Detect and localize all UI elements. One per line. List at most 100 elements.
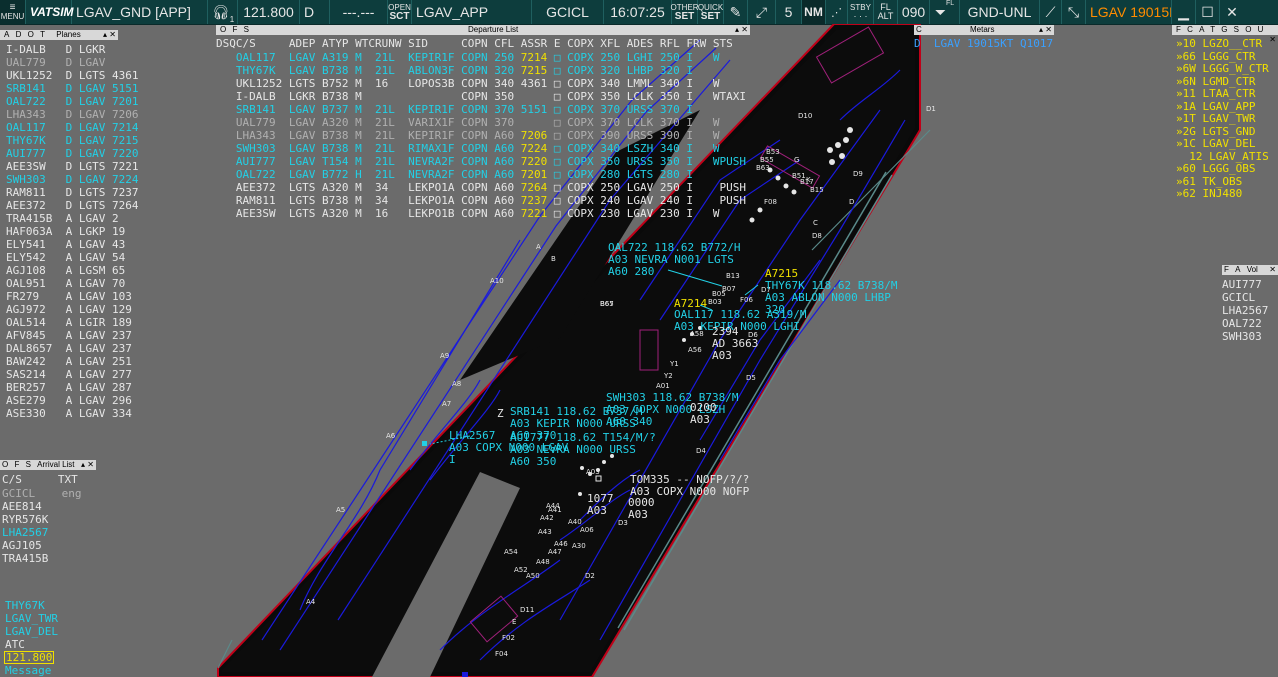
dep-tab-s[interactable]: S xyxy=(242,25,251,34)
departure-row[interactable]: SRB141 LGAV B737 M 21L KEPIR1F COPN 370 … xyxy=(216,103,746,116)
vol-row[interactable]: OAL722 xyxy=(1222,317,1268,330)
arr-tab-s[interactable]: S xyxy=(24,460,33,469)
vol-row[interactable]: AUI777 xyxy=(1222,278,1268,291)
selected-callsign[interactable]: GCICL xyxy=(532,0,604,24)
plane-row[interactable]: BAW242 A LGAV 251 xyxy=(6,355,138,368)
fl-alt-button[interactable]: FL ALT xyxy=(874,0,898,24)
plane-row[interactable]: OAL514 A LGIR 189 xyxy=(6,316,138,329)
plane-row[interactable]: AGJ972 A LGAV 129 xyxy=(6,303,138,316)
arrival-row[interactable]: LHA2567 xyxy=(2,526,81,539)
vol-row[interactable]: LHA2567 xyxy=(1222,304,1268,317)
metar-line[interactable]: D LGAV 19015KT Q1017 xyxy=(914,37,1053,50)
atc-row[interactable]: »1T LGAV_TWR xyxy=(1176,112,1269,126)
plane-row[interactable]: TRA415B A LGAV 2 xyxy=(6,212,138,225)
departure-row[interactable]: RAM811 LGTS B738 M 34 LEKPO1A COPN A60 7… xyxy=(216,194,746,207)
altitude-filter[interactable]: GND-UNL xyxy=(960,0,1040,24)
atc-row[interactable]: »62 INJ480 xyxy=(1176,187,1269,201)
planes-tab-o[interactable]: O xyxy=(26,30,36,39)
arrival-list-close-icon[interactable]: ▴ ✕ xyxy=(79,460,96,470)
message-panel[interactable]: THY67K LGAV_TWR LGAV_DEL ATC xyxy=(5,599,58,651)
atc-row[interactable]: »11 LTAA_CTR xyxy=(1176,87,1269,101)
arrival-row[interactable]: GCICL eng xyxy=(2,487,81,500)
vol-panel-close-icon[interactable]: ✕ xyxy=(1267,265,1278,275)
departure-list-rows[interactable]: OAL117 LGAV A319 M 21L KEPIR1F COPN 250 … xyxy=(216,51,746,220)
plane-row[interactable]: OAL951 A LGAV 70 xyxy=(6,277,138,290)
departure-row[interactable]: OAL722 LGAV B772 H 21L NEVRA2F COPN A60 … xyxy=(216,168,746,181)
plane-row[interactable]: HAF063A A LGKP 19 xyxy=(6,225,138,238)
primary-frequency[interactable]: 121.800 xyxy=(238,0,300,24)
departure-row[interactable]: AEE372 LGTS A320 M 34 LEKPO1A COPN A60 7… xyxy=(216,181,746,194)
atc-tabs[interactable]: F C A T G S O U xyxy=(1172,25,1267,34)
planes-list[interactable]: I-DALB D LGKR UAL779 D LGAV UKL1252 D LG… xyxy=(6,43,138,420)
arr-tab-f[interactable]: F xyxy=(12,460,21,469)
message-row[interactable]: LGAV_DEL xyxy=(5,625,58,638)
vol-row[interactable]: SWH303 xyxy=(1222,330,1268,343)
plane-row[interactable]: I-DALB D LGKR xyxy=(6,43,138,56)
draw-line-button[interactable]: ⟋ xyxy=(1040,0,1062,24)
vol-panel-header[interactable]: F A Vol ✕ xyxy=(1222,265,1278,275)
plane-row[interactable]: BER257 A LGAV 287 xyxy=(6,381,138,394)
atc-panel-header[interactable]: F C A T G S O U ✕ xyxy=(1172,25,1278,44)
stby-button[interactable]: STBY · · · xyxy=(848,0,874,24)
plane-row[interactable]: AEE372 D LGTS 7264 xyxy=(6,199,138,212)
planes-tabs[interactable]: A D O T xyxy=(0,30,52,40)
vol-tab-a[interactable]: A xyxy=(1233,265,1242,274)
headset-button[interactable]: 🎧︎ 1 xyxy=(208,0,238,24)
atc-tab[interactable]: S xyxy=(1232,25,1244,34)
plane-row[interactable]: LHA343 D LGAV 7206 xyxy=(6,108,138,121)
pen-tool-button[interactable]: ✎ xyxy=(724,0,748,24)
atc-tab[interactable]: C xyxy=(1185,25,1197,34)
departure-row[interactable]: LHA343 LGAV B738 M 21L KEPIR1F COPN A60 … xyxy=(216,129,746,142)
message-label[interactable]: Message xyxy=(5,664,51,677)
plane-row[interactable]: SWH303 D LGAV 7224 xyxy=(6,173,138,186)
plane-row[interactable]: DAL8657 A LGAV 237 xyxy=(6,342,138,355)
atc-row[interactable]: »6W LGGG_W_CTR xyxy=(1176,62,1269,76)
atis-code[interactable]: D xyxy=(300,0,330,24)
minimize-button[interactable]: ▁ xyxy=(1172,0,1196,24)
plane-row[interactable]: RAM811 D LGTS 7237 xyxy=(6,186,138,199)
departure-row[interactable]: UAL779 LGAV A320 M 21L VARIX1F COPN 370 … xyxy=(216,116,746,129)
departure-row[interactable]: SWH303 LGAV B738 M 21L RIMAX1F COPN A60 … xyxy=(216,142,746,155)
planes-tab-a[interactable]: A xyxy=(2,30,11,39)
atc-tab[interactable]: F xyxy=(1174,25,1185,34)
plane-row[interactable]: SAS214 A LGAV 277 xyxy=(6,368,138,381)
range-unit-button[interactable]: NM xyxy=(802,0,826,24)
transition-level[interactable]: 090 xyxy=(898,0,930,24)
vol-tab-f[interactable]: F xyxy=(1222,265,1231,274)
range-value[interactable]: 5 xyxy=(776,0,802,24)
arrival-list-rows[interactable]: GCICL eng AEE814 RYR576K LHA2567 AGJ105 T… xyxy=(2,487,81,565)
message-row[interactable]: ATC xyxy=(5,638,58,651)
message-row[interactable]: LGAV_TWR xyxy=(5,612,58,625)
departure-row[interactable]: THY67K LGAV B738 M 21L ABLON3F COPN 320 … xyxy=(216,64,746,77)
plane-row[interactable]: ASE279 A LGAV 296 xyxy=(6,394,138,407)
quick-set-button[interactable]: QUICK SET xyxy=(698,0,724,24)
departure-row[interactable]: I-DALB LGKR B738 M COPN 350 □ COPX 350 L… xyxy=(216,90,746,103)
departure-list-close-icon[interactable]: ▴ ✕ xyxy=(733,25,750,35)
planes-tab-d[interactable]: D xyxy=(14,30,24,39)
plane-row[interactable]: OAL117 D LGAV 7214 xyxy=(6,121,138,134)
arrival-list-header[interactable]: O F S Arrival List ▴ ✕ xyxy=(0,460,96,470)
dep-tab-f[interactable]: F xyxy=(230,25,239,34)
atc-tab[interactable]: T xyxy=(1208,25,1219,34)
close-button[interactable]: ✕ xyxy=(1220,0,1244,24)
vol-list[interactable]: AUI777 GCICL LHA2567 OAL722 SWH303 xyxy=(1222,278,1268,343)
plane-row[interactable]: OAL722 D LGAV 7201 xyxy=(6,95,138,108)
secondary-frequency[interactable]: ---.--- xyxy=(330,0,388,24)
plane-row[interactable]: AEE3SW D LGTS 7221 xyxy=(6,160,138,173)
atc-tab[interactable]: O xyxy=(1243,25,1255,34)
atc-tab[interactable]: U xyxy=(1256,25,1266,34)
departure-list-header[interactable]: O F S Departure List ▴ ✕ xyxy=(216,25,750,35)
arrival-row[interactable]: AEE814 xyxy=(2,500,81,513)
atc-panel-close-icon[interactable]: ✕ xyxy=(1267,35,1278,45)
dep-tab-o[interactable]: O xyxy=(218,25,228,34)
plane-row[interactable]: UKL1252 D LGTS 4361 xyxy=(6,69,138,82)
sector-field[interactable]: LGAV_APP xyxy=(412,0,532,24)
plane-row[interactable]: FR279 A LGAV 103 xyxy=(6,290,138,303)
plane-row[interactable]: AGJ108 A LGSM 65 xyxy=(6,264,138,277)
plane-row[interactable]: ASE330 A LGAV 334 xyxy=(6,407,138,420)
atc-list[interactable]: »10 LGZO__CTR »66 LGGG_CTR »6W LGGG_W_CTR»… xyxy=(1176,37,1269,201)
dotted-arrow-button[interactable]: ⋰ xyxy=(826,0,848,24)
arrival-row[interactable]: TRA415B xyxy=(2,552,81,565)
fl-filter-button[interactable]: ⏷ FL xyxy=(930,0,960,24)
atc-tab[interactable]: G xyxy=(1219,25,1231,34)
